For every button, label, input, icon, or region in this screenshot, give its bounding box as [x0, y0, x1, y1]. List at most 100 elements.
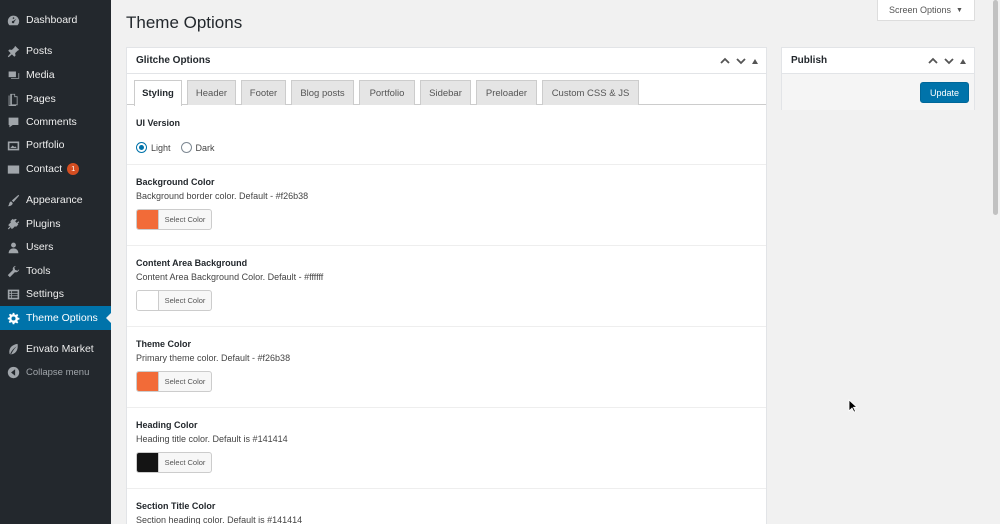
sidebar-item-plugins[interactable]: Plugins — [0, 212, 111, 236]
comment-icon — [6, 115, 20, 129]
leaf-icon — [6, 342, 20, 356]
brush-icon — [6, 193, 20, 207]
sidebar-item-label: Theme Options — [26, 312, 98, 324]
wrench-icon — [6, 264, 20, 278]
color-picker-button[interactable]: Select Color — [136, 452, 212, 473]
screen-options-label: Screen Options — [889, 5, 952, 15]
publish-actions: Update — [782, 74, 974, 110]
radio-dark[interactable] — [180, 142, 192, 153]
panel-controls — [928, 48, 966, 74]
content-area-background-section: Content Area Background Content Area Bac… — [127, 246, 766, 327]
sidebar-item-contact[interactable]: Contact 1 — [0, 157, 111, 181]
panel-header: Publish — [782, 48, 974, 74]
sidebar-item-dashboard[interactable]: Dashboard — [0, 8, 111, 32]
theme-color-section: Theme Color Primary theme color. Default… — [127, 327, 766, 408]
sidebar-item-settings[interactable]: Settings — [0, 282, 111, 306]
panel-title: Publish — [791, 55, 828, 66]
radio-light[interactable] — [136, 142, 147, 153]
mouse-cursor-icon — [848, 399, 858, 413]
move-down-icon[interactable] — [944, 56, 954, 66]
gear-icon — [6, 311, 20, 325]
page-scrollbar[interactable] — [992, 0, 1000, 524]
section-title: UI Version — [136, 118, 181, 128]
sidebar-item-envato-market[interactable]: Envato Market — [0, 337, 111, 361]
sidebar-item-comments[interactable]: Comments — [0, 110, 111, 134]
tab-blog-posts[interactable]: Blog posts — [291, 80, 354, 105]
tab-styling[interactable]: Styling — [134, 80, 182, 106]
toggle-panel-icon[interactable] — [752, 58, 758, 64]
sidebar-item-label: Contact — [26, 163, 63, 175]
move-up-icon[interactable] — [928, 56, 938, 66]
glitche-options-panel: Glitche Options Styling Header Footer Bl… — [126, 47, 767, 524]
collapse-menu-button[interactable]: Collapse menu — [0, 360, 111, 384]
move-down-icon[interactable] — [736, 56, 746, 66]
ui-version-section: UI Version Light Dark — [127, 106, 766, 165]
sidebar-item-portfolio[interactable]: Portfolio — [0, 133, 111, 157]
sidebar-item-label: Pages — [26, 93, 56, 105]
sidebar-item-label: Posts — [26, 45, 53, 57]
section-description: Heading title color. Default is #141414 — [136, 434, 288, 444]
sidebar-item-pages[interactable]: Pages — [0, 87, 111, 111]
sidebar-item-label: Collapse menu — [26, 366, 90, 378]
tab-portfolio[interactable]: Portfolio — [359, 80, 415, 105]
section-title: Heading Color — [136, 420, 198, 430]
section-description: Background border color. Default - #f26b… — [136, 191, 309, 201]
section-title: Content Area Background — [136, 258, 248, 268]
sidebar-item-appearance[interactable]: Appearance — [0, 188, 111, 212]
section-description: Primary theme color. Default - #f26b38 — [136, 353, 291, 363]
panel-controls — [720, 48, 758, 74]
media-icon — [6, 68, 20, 82]
caret-down-icon: ▼ — [956, 6, 963, 14]
screen-options-button[interactable]: Screen Options ▼ — [877, 0, 975, 21]
move-up-icon[interactable] — [720, 56, 730, 66]
select-color-label: Select Color — [164, 296, 206, 305]
active-indicator — [106, 313, 111, 323]
section-title: Section Title Color — [136, 501, 216, 511]
plugin-icon — [6, 217, 20, 231]
admin-sidebar: Dashboard Posts Media Pages Comments Por… — [0, 0, 111, 524]
section-title-color-section: Section Title Color Section heading colo… — [127, 489, 766, 524]
tab-footer[interactable]: Footer — [241, 80, 286, 105]
sidebar-item-label: Dashboard — [26, 14, 78, 26]
portfolio-icon — [6, 138, 20, 152]
sidebar-item-label: Portfolio — [26, 139, 65, 151]
background-color-section: Background Color Background border color… — [127, 165, 766, 246]
sidebar-item-media[interactable]: Media — [0, 63, 111, 87]
sidebar-item-users[interactable]: Users — [0, 235, 111, 259]
sidebar-item-posts[interactable]: Posts — [0, 39, 111, 63]
select-color-label: Select Color — [164, 215, 206, 224]
select-color-label: Select Color — [164, 377, 206, 386]
sidebar-item-label: Envato Market — [26, 343, 94, 355]
tab-header[interactable]: Header — [187, 80, 236, 105]
tab-preloader[interactable]: Preloader — [476, 80, 537, 105]
pin-icon — [6, 44, 20, 58]
radio-label-dark: Dark — [195, 142, 215, 153]
color-picker-button[interactable]: Select Color — [136, 290, 212, 311]
collapse-icon — [6, 365, 20, 379]
options-tabs: Styling Header Footer Blog posts Portfol… — [127, 74, 766, 106]
publish-panel: Publish Update — [781, 47, 975, 110]
dashboard-icon — [6, 13, 20, 27]
toggle-panel-icon[interactable] — [960, 58, 966, 64]
color-picker-button[interactable]: Select Color — [136, 371, 212, 392]
color-swatch — [137, 291, 159, 310]
tab-sidebar[interactable]: Sidebar — [420, 80, 471, 105]
notification-badge: 1 — [67, 163, 80, 175]
sidebar-item-label: Tools — [26, 265, 51, 277]
user-icon — [6, 240, 20, 254]
color-swatch — [137, 372, 159, 391]
scrollbar-thumb[interactable] — [993, 0, 998, 215]
settings-icon — [6, 287, 20, 301]
mail-icon — [6, 162, 20, 176]
sidebar-item-label: Users — [26, 241, 54, 253]
section-title: Theme Color — [136, 339, 192, 349]
sidebar-item-label: Comments — [26, 116, 77, 128]
update-button[interactable]: Update — [920, 82, 969, 103]
color-picker-button[interactable]: Select Color — [136, 209, 212, 230]
sidebar-item-tools[interactable]: Tools — [0, 259, 111, 283]
section-description: Content Area Background Color. Default -… — [136, 272, 324, 282]
page-title: Theme Options — [126, 13, 243, 32]
tab-custom-css-js[interactable]: Custom CSS & JS — [542, 80, 639, 105]
section-description: Section heading color. Default is #14141… — [136, 515, 303, 524]
sidebar-item-theme-options[interactable]: Theme Options — [0, 306, 111, 330]
